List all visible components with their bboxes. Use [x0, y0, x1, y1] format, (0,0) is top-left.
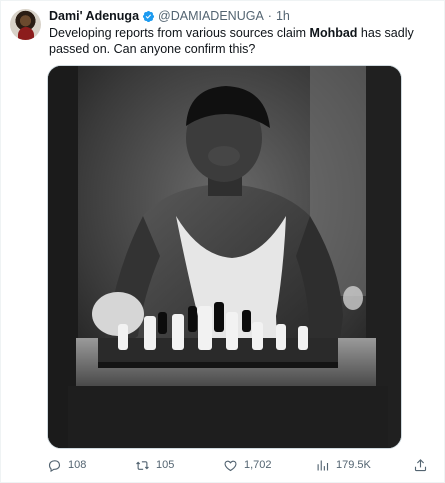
tweet-media-photo[interactable] [47, 65, 402, 449]
tweet-text-part1: Developing reports from various sources … [49, 26, 310, 40]
views-count: 179.5K [336, 459, 371, 471]
reply-count: 108 [68, 459, 87, 471]
author-handle[interactable]: @DAMIADENUGA [158, 9, 264, 23]
tweet-text: Developing reports from various sources … [49, 25, 434, 57]
tweet-timestamp[interactable]: 1h [276, 9, 290, 23]
avatar[interactable] [10, 9, 41, 40]
tweet-text-highlight: Mohbad [309, 26, 358, 40]
like-button[interactable]: 1,702 [223, 456, 272, 474]
retweet-button[interactable]: 105 [135, 456, 174, 474]
views-icon [317, 460, 329, 470]
heart-icon [224, 460, 237, 471]
tweet-header: Dami' Adenuga @DAMIADENUGA · 1h [49, 8, 290, 24]
reply-icon [48, 459, 61, 472]
retweet-icon [136, 460, 149, 470]
like-count: 1,702 [244, 459, 272, 471]
tweet-action-bar: 108 105 1,702 179.5K [47, 456, 432, 474]
tweet-card[interactable]: Dami' Adenuga @DAMIADENUGA · 1h Developi… [0, 0, 445, 483]
share-button[interactable] [413, 456, 428, 474]
share-icon [414, 458, 427, 471]
retweet-count: 105 [156, 459, 175, 471]
chess-player-photo [48, 66, 401, 448]
header-separator: · [267, 9, 272, 23]
author-display-name[interactable]: Dami' Adenuga [49, 9, 139, 23]
verified-badge-icon [142, 10, 155, 22]
views-button[interactable]: 179.5K [315, 456, 371, 474]
reply-button[interactable]: 108 [47, 456, 86, 474]
